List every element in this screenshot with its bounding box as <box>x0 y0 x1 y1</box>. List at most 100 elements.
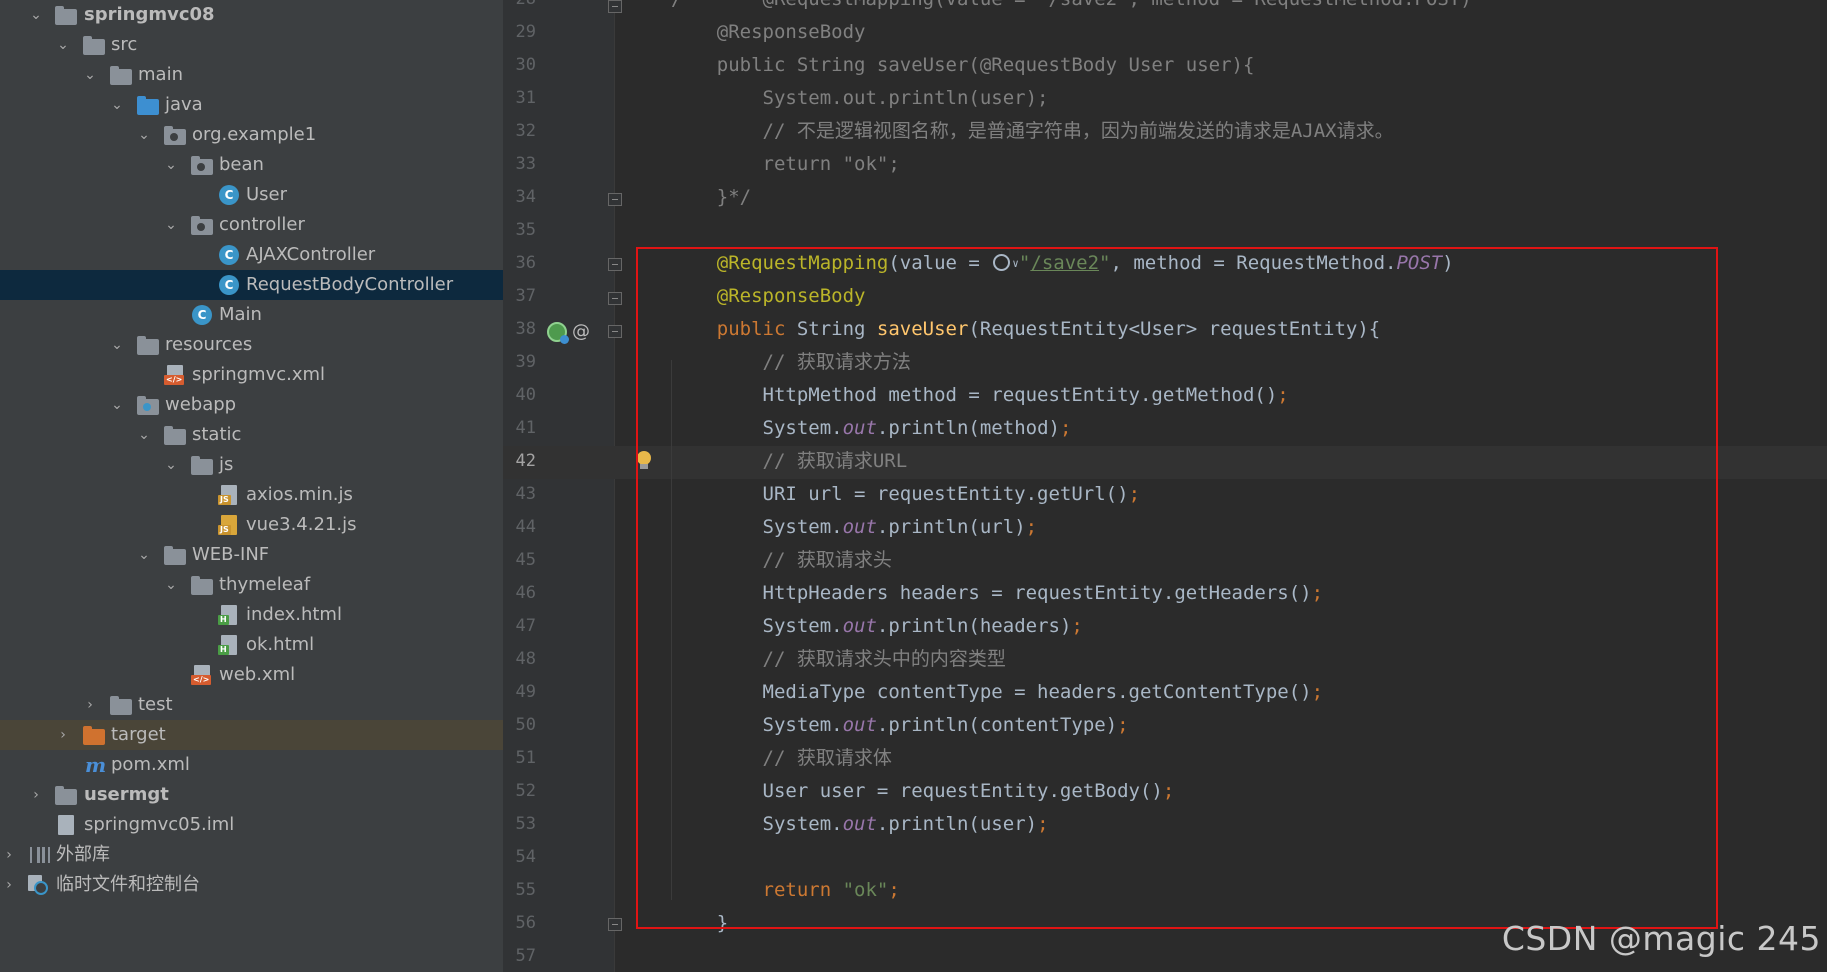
line-number[interactable]: 53 <box>503 808 536 841</box>
tree-item-main[interactable]: ⌄ main <box>0 60 503 90</box>
tree-item-springmvc-xml[interactable]: </> springmvc.xml <box>0 360 503 390</box>
line-number[interactable]: 44 <box>503 511 536 544</box>
tree-item-src[interactable]: ⌄ src <box>0 30 503 60</box>
code-line[interactable]: System.out.println(method); <box>671 412 1072 445</box>
code-line[interactable]: System.out.println(contentType); <box>671 709 1129 742</box>
tree-item-target[interactable]: › target <box>0 720 503 750</box>
code-line[interactable]: MediaType contentType = headers.getConte… <box>671 676 1324 709</box>
line-number[interactable]: 57 <box>503 940 536 972</box>
code-line[interactable]: System.out.println(url); <box>671 511 1038 544</box>
code-line[interactable]: // 获取请求头 <box>671 544 892 577</box>
tree-item-js[interactable]: ⌄ js <box>0 450 503 480</box>
line-number[interactable]: 51 <box>503 742 536 775</box>
code-line[interactable]: @ResponseBody <box>671 16 866 49</box>
annotation-at-icon[interactable]: @ <box>570 317 592 347</box>
tree-item-test[interactable]: › test <box>0 690 503 720</box>
code-line[interactable]: } <box>671 907 728 940</box>
line-number[interactable]: 32 <box>503 115 536 148</box>
line-number[interactable]: 31 <box>503 82 536 115</box>
tree-item-springmvc08[interactable]: ⌄ springmvc08 <box>0 0 503 30</box>
tree-item-vue-js[interactable]: JS vue3.4.21.js <box>0 510 503 540</box>
code-line[interactable]: // 获取请求方法 <box>671 346 911 379</box>
fold-marker-icon[interactable] <box>608 193 622 206</box>
line-number[interactable]: 38 <box>503 313 536 346</box>
tree-item-usermgt[interactable]: › usermgt <box>0 780 503 810</box>
code-line[interactable]: HttpMethod method = requestEntity.getMet… <box>671 379 1289 412</box>
code-line[interactable]: System.out.println(headers); <box>671 610 1083 643</box>
code-line[interactable]: public String saveUser(@RequestBody User… <box>671 49 1255 82</box>
line-number[interactable]: 36 <box>503 247 536 280</box>
tree-item-resources[interactable]: ⌄ resources <box>0 330 503 360</box>
code-line[interactable]: @ResponseBody <box>671 280 866 313</box>
line-number[interactable]: 39 <box>503 346 536 379</box>
tree-item-web-xml[interactable]: </> web.xml <box>0 660 503 690</box>
chevron-down-icon[interactable]: ⌄ <box>54 30 72 60</box>
line-number[interactable]: 37 <box>503 280 536 313</box>
chevron-down-icon[interactable]: ⌄ <box>162 210 180 240</box>
line-number[interactable]: 28 <box>503 0 536 16</box>
line-number[interactable]: 43 <box>503 478 536 511</box>
fold-marker-icon[interactable] <box>608 292 622 305</box>
fold-marker-icon[interactable] <box>608 0 622 13</box>
line-number[interactable]: 42 <box>503 445 536 478</box>
chevron-down-icon[interactable]: ⌄ <box>81 60 99 90</box>
tree-item-ok-html[interactable]: H ok.html <box>0 630 503 660</box>
line-number[interactable]: 35 <box>503 214 536 247</box>
line-number[interactable]: 55 <box>503 874 536 907</box>
intention-bulb-icon[interactable] <box>635 451 653 471</box>
line-number[interactable]: 30 <box>503 49 536 82</box>
tree-item-static[interactable]: ⌄ static <box>0 420 503 450</box>
tree-item-thymeleaf[interactable]: ⌄ thymeleaf <box>0 570 503 600</box>
chevron-right-icon[interactable]: › <box>27 780 45 810</box>
fold-marker-icon[interactable] <box>608 918 622 931</box>
chevron-right-icon[interactable]: › <box>54 720 72 750</box>
code-line[interactable]: // 获取请求URL <box>671 445 908 478</box>
tree-item-bean[interactable]: ⌄ bean <box>0 150 503 180</box>
chevron-down-icon[interactable]: ⌄ <box>162 570 180 600</box>
line-number[interactable]: 41 <box>503 412 536 445</box>
web-endpoint-icon[interactable] <box>547 322 569 344</box>
code-line[interactable]: System.out.println(user); <box>671 808 1049 841</box>
line-number[interactable]: 48 <box>503 643 536 676</box>
code-line[interactable]: // 不是逻辑视图名称，是普通字符串，因为前端发送的请求是AJAX请求。 <box>671 115 1394 148</box>
line-number[interactable]: 29 <box>503 16 536 49</box>
tree-item-pom-xml[interactable]: m pom.xml <box>0 750 503 780</box>
code-line[interactable]: public String saveUser(RequestEntity<Use… <box>671 313 1381 346</box>
code-line[interactable]: /* @RequestMapping(value = "/save2", met… <box>671 0 1472 16</box>
code-line[interactable]: }*/ <box>671 181 751 214</box>
chevron-down-icon[interactable]: ⌄ <box>135 540 153 570</box>
fold-marker-icon[interactable] <box>608 258 622 271</box>
line-number[interactable]: 33 <box>503 148 536 181</box>
tree-item-web-inf[interactable]: ⌄ WEB-INF <box>0 540 503 570</box>
chevron-down-icon[interactable]: ⌄ <box>162 450 180 480</box>
tree-item-external-libraries[interactable]: › 外部库 <box>0 840 503 870</box>
code-line[interactable]: // 获取请求头中的内容类型 <box>671 643 1006 676</box>
code-line[interactable]: // 获取请求体 <box>671 742 892 775</box>
line-number[interactable]: 34 <box>503 181 536 214</box>
code-line[interactable]: URI url = requestEntity.getUrl(); <box>671 478 1141 511</box>
code-line[interactable]: User user = requestEntity.getBody(); <box>671 775 1175 808</box>
tree-item-webapp[interactable]: ⌄ webapp <box>0 390 503 420</box>
code-line[interactable]: @RequestMapping(value = ∨"/save2", metho… <box>671 247 1454 280</box>
globe-icon[interactable] <box>993 254 1011 271</box>
code-line[interactable]: HttpHeaders headers = requestEntity.getH… <box>671 577 1324 610</box>
line-number[interactable]: 54 <box>503 841 536 874</box>
chevron-down-icon[interactable]: ⌄ <box>27 0 45 30</box>
line-number[interactable]: 52 <box>503 775 536 808</box>
fold-marker-icon[interactable] <box>608 325 622 338</box>
line-number[interactable]: 49 <box>503 676 536 709</box>
line-number[interactable]: 50 <box>503 709 536 742</box>
code-line[interactable]: return "ok"; <box>671 874 900 907</box>
chevron-down-icon[interactable]: ⌄ <box>108 330 126 360</box>
chevron-down-icon[interactable]: ⌄ <box>108 390 126 420</box>
chevron-right-icon[interactable]: › <box>81 690 99 720</box>
chevron-right-icon[interactable]: › <box>0 840 18 870</box>
chevron-down-icon[interactable]: ⌄ <box>135 120 153 150</box>
tree-item-axios-min-js[interactable]: JS axios.min.js <box>0 480 503 510</box>
tree-item-org-example1[interactable]: ⌄ org.example1 <box>0 120 503 150</box>
tree-item-java[interactable]: ⌄ java <box>0 90 503 120</box>
chevron-down-icon[interactable]: ⌄ <box>108 90 126 120</box>
tree-item-scratches[interactable]: › 临时文件和控制台 <box>0 870 503 900</box>
tree-item-ajaxcontroller[interactable]: C AJAXController <box>0 240 503 270</box>
line-number[interactable]: 45 <box>503 544 536 577</box>
